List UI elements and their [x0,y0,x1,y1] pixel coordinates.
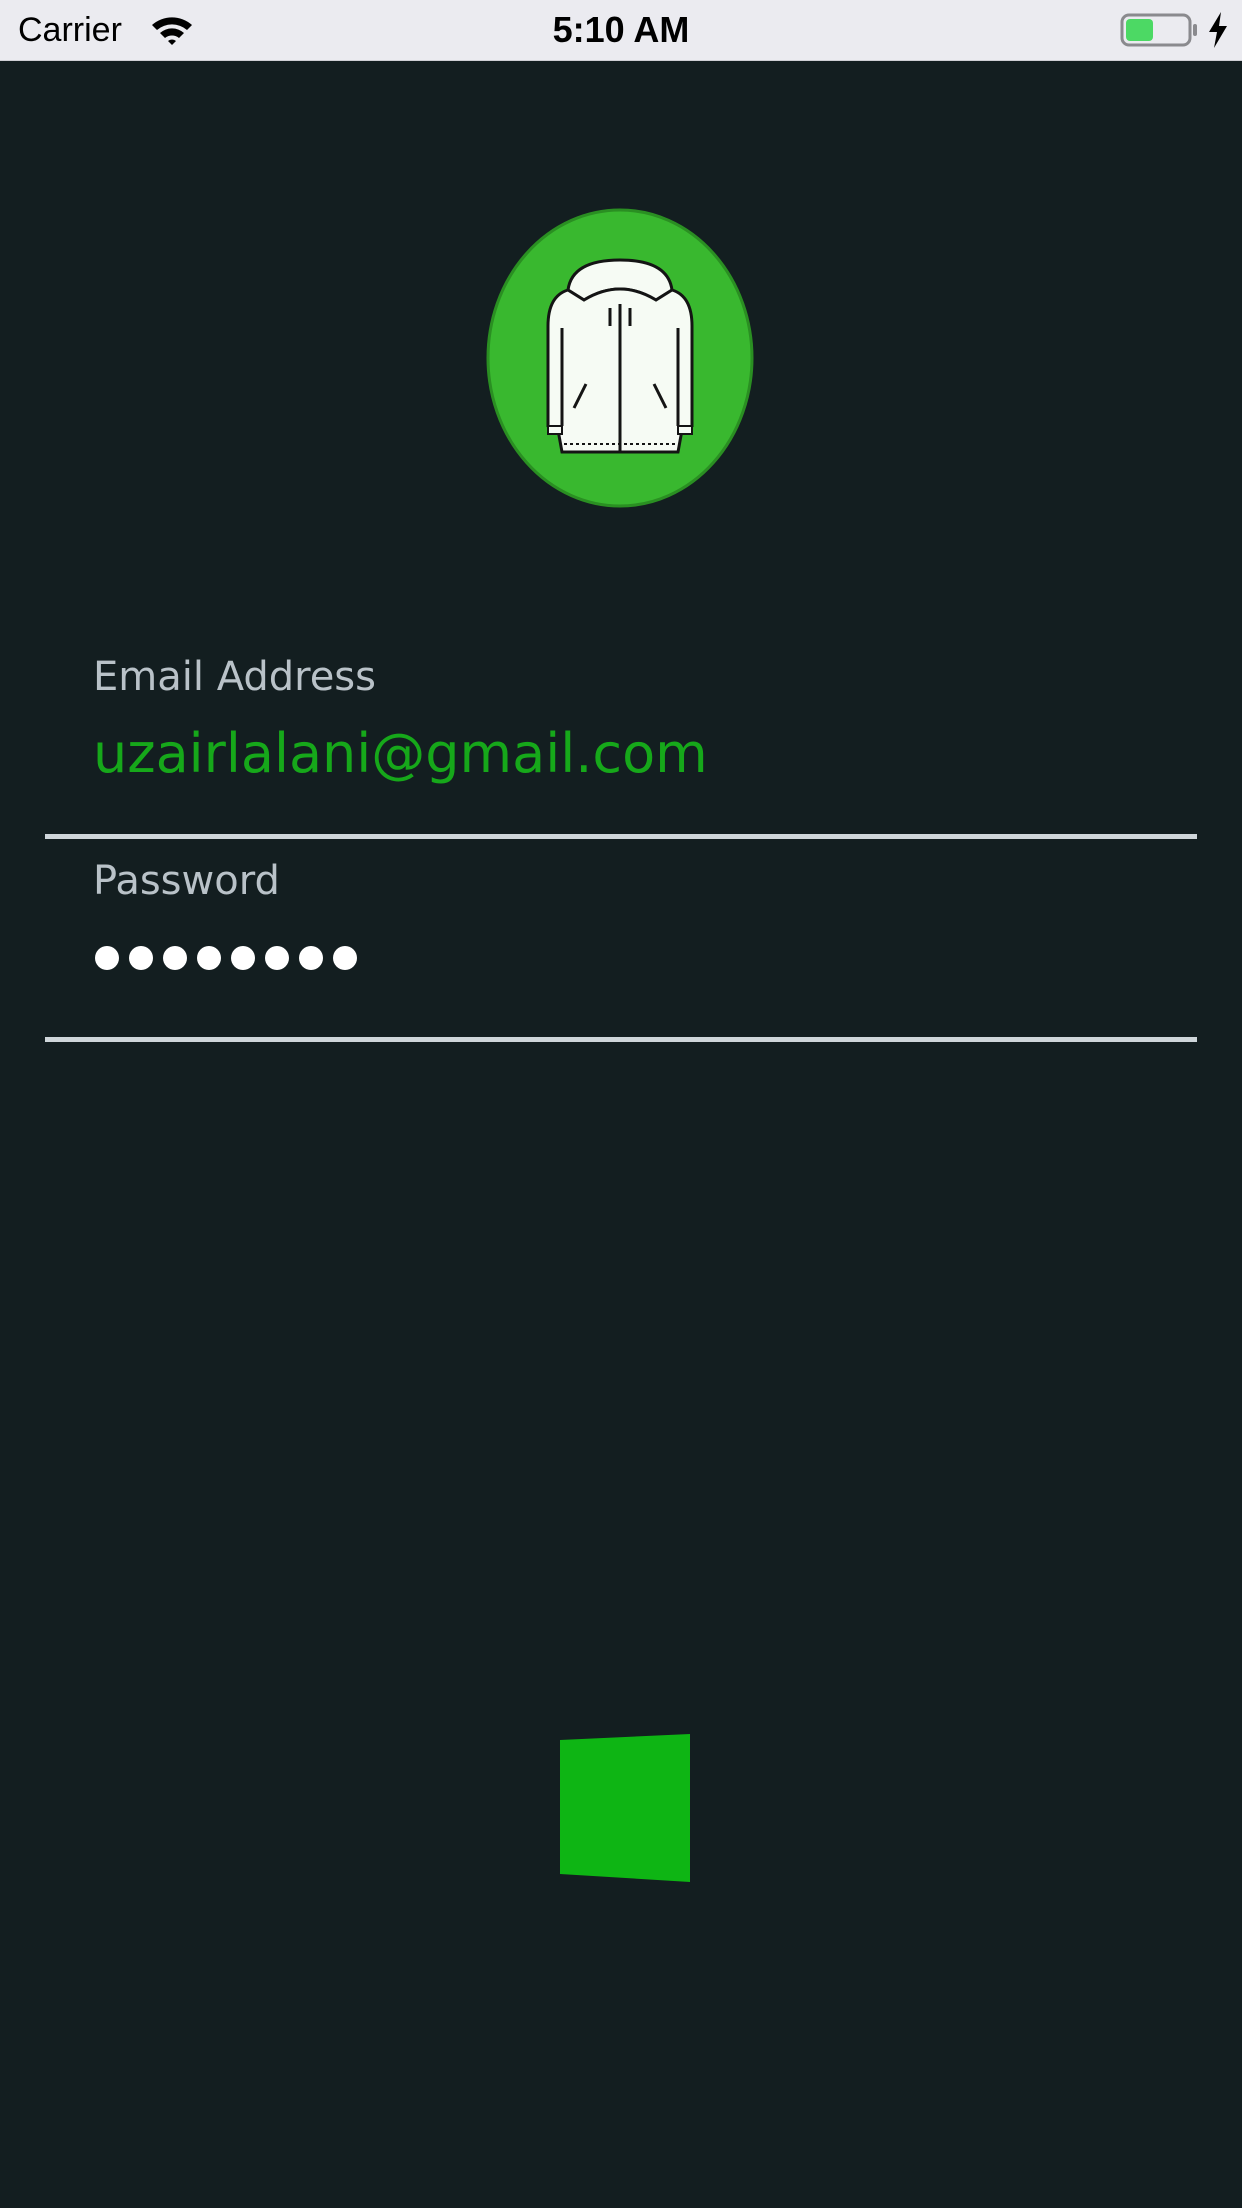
login-button[interactable] [558,1734,692,1882]
password-dot [163,946,187,970]
password-divider [45,1037,1197,1042]
password-dot [197,946,221,970]
email-divider [45,834,1197,839]
password-dot [299,946,323,970]
password-dot [95,946,119,970]
password-dot [333,946,357,970]
app-logo [486,208,754,508]
password-input[interactable] [95,946,357,970]
battery-icon [1120,13,1200,51]
green-square-icon [560,1734,690,1882]
email-label: Email Address [93,654,376,700]
charging-bolt-icon [1207,12,1229,52]
status-bar: Carrier 5:10 AM [0,0,1242,61]
password-dot [129,946,153,970]
password-dot [265,946,289,970]
password-label: Password [93,858,280,904]
email-input[interactable]: uzairlalani@gmail.com [93,722,708,786]
password-dot [231,946,255,970]
email-field-group: Email Address uzairlalani@gmail.com [45,648,1197,844]
password-field-group: Password [45,854,1197,1050]
status-time: 5:10 AM [552,9,690,50]
hoodie-icon [486,208,754,508]
